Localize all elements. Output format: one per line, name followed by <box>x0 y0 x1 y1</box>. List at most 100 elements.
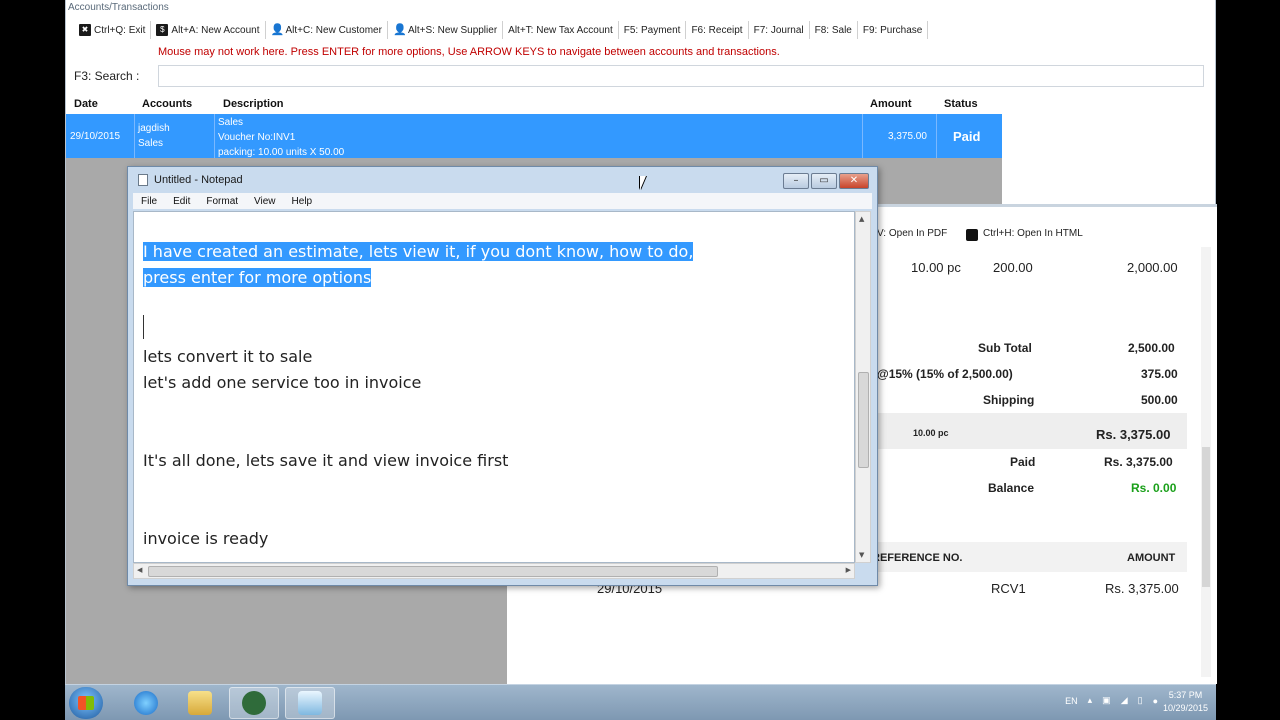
exit-icon: ✖ <box>79 24 91 36</box>
dollar-icon: $ <box>156 24 169 36</box>
taskbar: EN ▴ ▣ ◢ ▯ ● 5:37 PM 10/29/2015 <box>65 684 1216 720</box>
ref-header: REFERENCE NO. <box>872 552 963 564</box>
receipt-amount: Rs. 3,375.00 <box>1105 581 1179 596</box>
taskbar-notepad-button[interactable] <box>285 687 335 719</box>
subtotal-value: 2,500.00 <box>1128 341 1175 355</box>
text-line-6: invoice is ready <box>143 529 269 548</box>
window-title: Accounts/Transactions <box>68 2 169 13</box>
menu-edit[interactable]: Edit <box>165 196 198 207</box>
system-tray: EN ▴ ▣ ◢ ▯ ● <box>1055 695 1158 706</box>
table-header: Date Accounts Description Amount Status <box>66 96 1002 114</box>
scroll-down-icon[interactable]: ▼ <box>859 551 864 559</box>
network-icon[interactable]: ▣ <box>1102 695 1111 706</box>
tray-arrow-icon[interactable]: ▴ <box>1088 695 1093 706</box>
new-supplier-button[interactable]: 👤 Alt+S: New Supplier <box>388 21 504 39</box>
scroll-right-icon[interactable]: ▶ <box>846 566 851 574</box>
open-pdf-button[interactable]: V: Open In PDF <box>877 228 947 239</box>
row-date: 29/10/2015 <box>70 131 121 142</box>
power-icon[interactable]: ▯ <box>1138 695 1143 706</box>
text-line-5: It's all done, lets save it and view inv… <box>143 451 509 470</box>
notepad-title-bar[interactable]: Untitled - Notepad <box>138 174 243 186</box>
language-indicator[interactable]: EN <box>1065 696 1078 706</box>
desktop-screen: Accounts/Transactions ✖ Ctrl+Q: Exit $ Alt… <box>0 0 1280 720</box>
close-button[interactable]: ✕ <box>839 173 869 189</box>
row-account-2: Sales <box>138 138 164 149</box>
tax-label: @15% (15% of 2,500.00) <box>877 367 1013 381</box>
maximize-button[interactable]: ▭ <box>811 173 837 189</box>
scroll-left-icon[interactable]: ◀ <box>137 566 142 574</box>
receipt-button[interactable]: F6: Receipt <box>686 21 749 39</box>
exit-button[interactable]: ✖ Ctrl+Q: Exit <box>74 21 152 39</box>
row-divider <box>214 114 215 158</box>
col-status[interactable]: Status <box>944 98 978 110</box>
total-qty: 10.00 pc <box>913 428 949 438</box>
notepad-app-icon <box>298 691 322 715</box>
horizontal-scroll-thumb[interactable] <box>148 566 718 577</box>
windows-logo-icon <box>78 696 94 710</box>
clock-date: 10/29/2015 <box>1162 703 1208 713</box>
start-button[interactable] <box>69 687 103 719</box>
amount-header: AMOUNT <box>1127 552 1176 564</box>
volume-icon[interactable]: ◢ <box>1121 695 1128 706</box>
text-line-1: I have created an estimate, lets view it… <box>143 242 694 261</box>
payment-button[interactable]: F5: Payment <box>619 21 687 39</box>
taskbar-accounting-button[interactable] <box>229 687 279 719</box>
notepad-text-area[interactable]: I have created an estimate, lets view it… <box>133 211 855 563</box>
taskbar-explorer-button[interactable] <box>175 687 225 719</box>
row-divider <box>936 114 937 158</box>
new-customer-button[interactable]: 👤 Alt+C: New Customer <box>266 21 388 39</box>
invoice-scrollbar[interactable] <box>1201 247 1211 677</box>
toolbar: ✖ Ctrl+Q: Exit $ Alt+A: New Account 👤 Alt+C… <box>74 20 929 40</box>
menu-help[interactable]: Help <box>284 196 321 207</box>
search-input[interactable] <box>158 65 1204 87</box>
scroll-up-icon[interactable]: ▲ <box>859 215 864 223</box>
notepad-horizontal-scrollbar[interactable]: ◀ ▶ <box>133 563 855 579</box>
search-label: F3: Search : <box>74 69 140 83</box>
supplier-icon: 👤 <box>392 24 407 36</box>
notepad-menu-bar: File Edit Format View Help <box>133 193 872 209</box>
balance-value: Rs. 0.00 <box>1131 481 1177 495</box>
notepad-window: Untitled - Notepad – ▭ ✕ File Edit Forma… <box>127 166 878 586</box>
journal-button[interactable]: F7: Journal <box>749 21 810 39</box>
purchase-button[interactable]: F9: Purchase <box>858 21 929 39</box>
vertical-scroll-thumb[interactable] <box>858 372 869 468</box>
transaction-row[interactable]: 29/10/2015 jagdish Sales Sales Voucher N… <box>66 114 1002 158</box>
shipping-value: 500.00 <box>1141 393 1178 407</box>
text-caret <box>143 315 144 339</box>
col-accounts[interactable]: Accounts <box>142 98 192 110</box>
paid-value: Rs. 3,375.00 <box>1104 455 1173 469</box>
taskbar-ie-button[interactable] <box>121 687 171 719</box>
scroll-thumb[interactable] <box>1202 447 1210 587</box>
row-divider <box>134 114 135 158</box>
notepad-title: Untitled - Notepad <box>154 174 243 186</box>
open-html-button[interactable]: Ctrl+H: Open In HTML <box>983 228 1083 239</box>
total-value: Rs. 3,375.00 <box>1096 427 1171 442</box>
window-controls: – ▭ ✕ <box>781 173 869 189</box>
row-status: Paid <box>953 129 981 144</box>
notepad-vertical-scrollbar[interactable]: ▲ ▼ <box>855 211 871 563</box>
folder-icon <box>188 691 212 715</box>
item-amount: 2,000.00 <box>1127 260 1178 275</box>
col-date[interactable]: Date <box>74 98 98 110</box>
minimize-button[interactable]: – <box>783 173 809 189</box>
col-description[interactable]: Description <box>223 98 284 110</box>
tax-value: 375.00 <box>1141 367 1178 381</box>
internet-explorer-icon <box>134 691 158 715</box>
menu-format[interactable]: Format <box>198 196 246 207</box>
security-icon[interactable]: ● <box>1153 696 1158 706</box>
mouse-notice: Mouse may not work here. Press ENTER for… <box>158 46 780 58</box>
balance-label: Balance <box>988 481 1035 495</box>
subtotal-label: Sub Total <box>978 341 1032 355</box>
clock[interactable]: 5:37 PM 10/29/2015 <box>1163 689 1208 715</box>
menu-view[interactable]: View <box>246 196 284 207</box>
menu-file[interactable]: File <box>133 196 165 207</box>
col-amount[interactable]: Amount <box>870 98 912 110</box>
accounting-app-icon <box>242 691 266 715</box>
text-line-2: press enter for more options <box>143 268 372 287</box>
clock-time: 5:37 PM <box>1168 690 1203 700</box>
new-account-button[interactable]: $ Alt+A: New Account <box>151 21 266 39</box>
sale-button[interactable]: F8: Sale <box>810 21 858 39</box>
new-tax-account-button[interactable]: Alt+T: New Tax Account <box>503 21 619 39</box>
text-line-4: let's add one service too in invoice <box>143 373 422 392</box>
search-row: F3: Search : <box>74 64 1204 88</box>
